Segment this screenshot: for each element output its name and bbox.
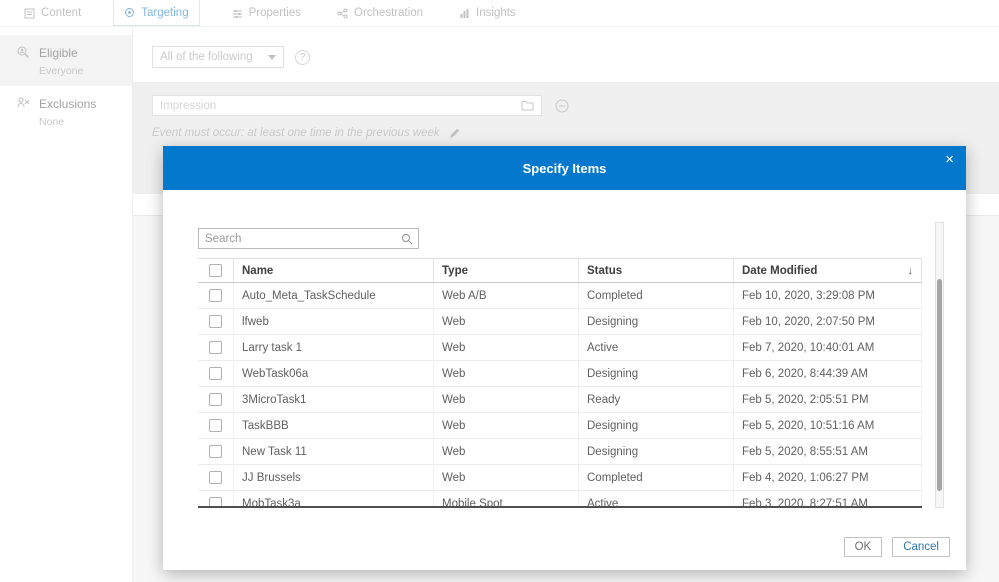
- sort-desc-icon[interactable]: ↓: [908, 265, 914, 277]
- row-checkbox[interactable]: [209, 497, 222, 506]
- cell-name: lfweb: [234, 309, 434, 334]
- cell-date: Feb 4, 2020, 1:06:27 PM: [734, 465, 922, 490]
- search-icon[interactable]: [396, 233, 418, 245]
- row-checkbox[interactable]: [209, 445, 222, 458]
- cell-name: JJ Brussels: [234, 465, 434, 490]
- cell-status: Ready: [579, 387, 734, 412]
- table-row[interactable]: JJ Brussels Web Completed Feb 4, 2020, 1…: [198, 465, 922, 491]
- cell-date: Feb 3, 2020, 8:27:51 AM: [734, 491, 922, 506]
- cell-date: Feb 10, 2020, 3:29:08 PM: [734, 283, 922, 308]
- cell-status: Designing: [579, 309, 734, 334]
- cell-type: Web: [434, 361, 579, 386]
- dialog-footer: OK Cancel: [843, 537, 950, 557]
- column-header-name[interactable]: Name: [234, 259, 434, 282]
- cell-status: Active: [579, 335, 734, 360]
- table-row[interactable]: TaskBBB Web Designing Feb 5, 2020, 10:51…: [198, 413, 922, 439]
- cell-type: Web: [434, 309, 579, 334]
- cell-name: 3MicroTask1: [234, 387, 434, 412]
- table-scrollbar[interactable]: [935, 222, 944, 508]
- column-header-status[interactable]: Status: [579, 259, 734, 282]
- cell-status: Completed: [579, 465, 734, 490]
- cell-name: Larry task 1: [234, 335, 434, 360]
- column-header-date-modified[interactable]: Date Modified ↓: [734, 259, 922, 282]
- close-button[interactable]: ×: [945, 149, 954, 170]
- table-row[interactable]: Auto_Meta_TaskSchedule Web A/B Completed…: [198, 283, 922, 309]
- cell-name: Auto_Meta_TaskSchedule: [234, 283, 434, 308]
- cell-type: Web A/B: [434, 283, 579, 308]
- table-row[interactable]: lfweb Web Designing Feb 10, 2020, 2:07:5…: [198, 309, 922, 335]
- ok-button[interactable]: OK: [843, 537, 883, 557]
- cell-name: TaskBBB: [234, 413, 434, 438]
- table-row[interactable]: MobTask3a Mobile Spot Active Feb 3, 2020…: [198, 491, 922, 506]
- row-checkbox[interactable]: [209, 341, 222, 354]
- cell-date: Feb 5, 2020, 8:55:51 AM: [734, 439, 922, 464]
- cell-date: Feb 5, 2020, 10:51:16 AM: [734, 413, 922, 438]
- row-checkbox[interactable]: [209, 419, 222, 432]
- table-row[interactable]: Larry task 1 Web Active Feb 7, 2020, 10:…: [198, 335, 922, 361]
- cell-name: WebTask06a: [234, 361, 434, 386]
- cell-status: Designing: [579, 361, 734, 386]
- cell-type: Mobile Spot: [434, 491, 579, 506]
- cell-status: Active: [579, 491, 734, 506]
- cell-date: Feb 7, 2020, 10:40:01 AM: [734, 335, 922, 360]
- table-row[interactable]: New Task 11 Web Designing Feb 5, 2020, 8…: [198, 439, 922, 465]
- cell-type: Web: [434, 387, 579, 412]
- row-checkbox[interactable]: [209, 471, 222, 484]
- cell-status: Designing: [579, 413, 734, 438]
- row-checkbox[interactable]: [209, 289, 222, 302]
- table-header-row: Name Type Status Date Modified ↓: [198, 259, 922, 283]
- dialog-header: Specify Items ×: [163, 146, 966, 190]
- row-checkbox[interactable]: [209, 393, 222, 406]
- row-checkbox[interactable]: [209, 315, 222, 328]
- cell-date: Feb 10, 2020, 2:07:50 PM: [734, 309, 922, 334]
- table-row[interactable]: WebTask06a Web Designing Feb 6, 2020, 8:…: [198, 361, 922, 387]
- cell-type: Web: [434, 335, 579, 360]
- items-table: Name Type Status Date Modified ↓ Auto_Me…: [198, 258, 922, 508]
- cell-status: Completed: [579, 283, 734, 308]
- cell-date: Feb 6, 2020, 8:44:39 AM: [734, 361, 922, 386]
- cell-status: Designing: [579, 439, 734, 464]
- table-row[interactable]: 3MicroTask1 Web Ready Feb 5, 2020, 2:05:…: [198, 387, 922, 413]
- cell-date: Feb 5, 2020, 2:05:51 PM: [734, 387, 922, 412]
- cell-name: MobTask3a: [234, 491, 434, 506]
- search-box: [198, 228, 419, 249]
- row-checkbox[interactable]: [209, 367, 222, 380]
- select-all-checkbox[interactable]: [209, 264, 222, 277]
- cancel-button[interactable]: Cancel: [892, 537, 950, 557]
- specify-items-dialog: Specify Items × Name Type Status Date Mo…: [163, 146, 966, 570]
- cell-name: New Task 11: [234, 439, 434, 464]
- dialog-title: Specify Items: [522, 160, 607, 176]
- cell-type: Web: [434, 439, 579, 464]
- scrollbar-thumb[interactable]: [937, 279, 942, 491]
- column-header-type[interactable]: Type: [434, 259, 579, 282]
- cell-type: Web: [434, 413, 579, 438]
- search-input[interactable]: [199, 232, 396, 245]
- cell-type: Web: [434, 465, 579, 490]
